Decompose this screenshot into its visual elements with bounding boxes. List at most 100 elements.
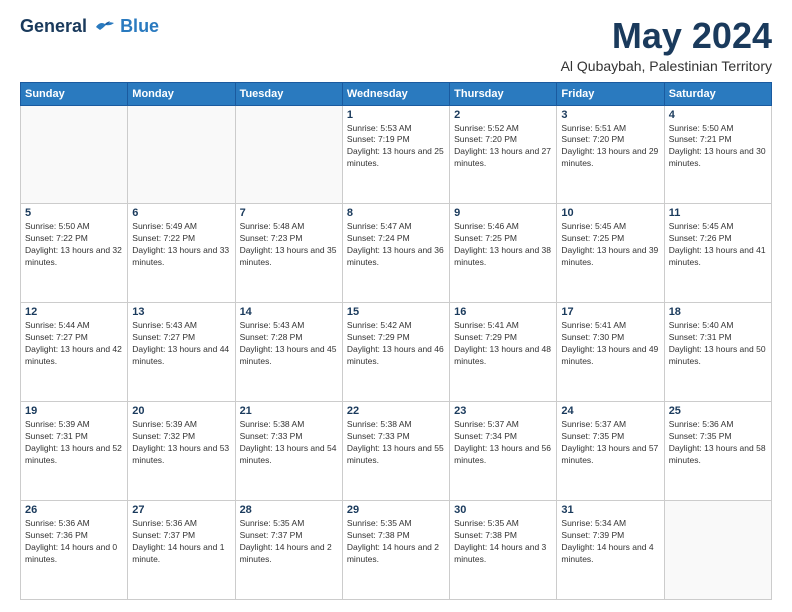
page: General Blue May 2024 Al Qubaybah, Pales… <box>0 0 792 612</box>
day-number: 25 <box>669 405 767 417</box>
day-info: Sunrise: 5:49 AMSunset: 7:22 PMDaylight:… <box>132 221 230 269</box>
month-title: May 2024 <box>561 16 772 56</box>
day-info: Sunrise: 5:53 AMSunset: 7:19 PMDaylight:… <box>347 123 445 171</box>
day-number: 31 <box>561 504 659 516</box>
day-info: Sunrise: 5:35 AMSunset: 7:38 PMDaylight:… <box>454 518 552 566</box>
day-number: 4 <box>669 109 767 121</box>
day-info: Sunrise: 5:37 AMSunset: 7:35 PMDaylight:… <box>561 419 659 467</box>
day-info: Sunrise: 5:41 AMSunset: 7:30 PMDaylight:… <box>561 320 659 368</box>
day-number: 13 <box>132 306 230 318</box>
weekday-header: Wednesday <box>342 82 449 105</box>
day-info: Sunrise: 5:43 AMSunset: 7:28 PMDaylight:… <box>240 320 338 368</box>
calendar-day-cell: 15Sunrise: 5:42 AMSunset: 7:29 PMDayligh… <box>342 303 449 402</box>
calendar-day-cell: 11 Sunrise: 5:45 AMSunset: 7:26 PMDayligh… <box>664 204 771 303</box>
day-number: 30 <box>454 504 552 516</box>
day-number: 3 <box>561 109 659 121</box>
logo-bird-icon <box>94 19 116 35</box>
day-info: Sunrise: 5:46 AMSunset: 7:25 PMDaylight:… <box>454 221 552 269</box>
day-info: Sunrise: 5:48 AMSunset: 7:23 PMDaylight:… <box>240 221 338 269</box>
day-number: 11 <box>669 207 767 219</box>
day-info: Sunrise: 5:36 AMSunset: 7:37 PMDaylight:… <box>132 518 230 566</box>
calendar-day-cell: 20Sunrise: 5:39 AMSunset: 7:32 PMDayligh… <box>128 402 235 501</box>
calendar-day-cell <box>664 501 771 600</box>
calendar-day-cell: 9 Sunrise: 5:46 AMSunset: 7:25 PMDaylight… <box>450 204 557 303</box>
calendar-day-cell: 23Sunrise: 5:37 AMSunset: 7:34 PMDayligh… <box>450 402 557 501</box>
day-info: Sunrise: 5:36 AMSunset: 7:35 PMDaylight:… <box>669 419 767 467</box>
day-number: 19 <box>25 405 123 417</box>
calendar-week-row: 5 Sunrise: 5:50 AMSunset: 7:22 PMDaylight… <box>21 204 772 303</box>
day-info: Sunrise: 5:39 AMSunset: 7:31 PMDaylight:… <box>25 419 123 467</box>
calendar-day-cell <box>21 105 128 204</box>
calendar-day-cell: 3 Sunrise: 5:51 AMSunset: 7:20 PMDaylight… <box>557 105 664 204</box>
day-number: 5 <box>25 207 123 219</box>
calendar-day-cell: 30 Sunrise: 5:35 AMSunset: 7:38 PMDayligh… <box>450 501 557 600</box>
calendar-week-row: 19 Sunrise: 5:39 AMSunset: 7:31 PMDayligh… <box>21 402 772 501</box>
day-info: Sunrise: 5:45 AMSunset: 7:26 PMDaylight:… <box>669 221 767 269</box>
calendar-day-cell: 14 Sunrise: 5:43 AMSunset: 7:28 PMDayligh… <box>235 303 342 402</box>
day-number: 21 <box>240 405 338 417</box>
calendar-day-cell: 21Sunrise: 5:38 AMSunset: 7:33 PMDayligh… <box>235 402 342 501</box>
day-info: Sunrise: 5:41 AMSunset: 7:29 PMDaylight:… <box>454 320 552 368</box>
day-number: 28 <box>240 504 338 516</box>
day-info: Sunrise: 5:51 AMSunset: 7:20 PMDaylight:… <box>561 123 659 171</box>
day-info: Sunrise: 5:50 AMSunset: 7:21 PMDaylight:… <box>669 123 767 171</box>
day-number: 17 <box>561 306 659 318</box>
weekday-header: Friday <box>557 82 664 105</box>
calendar-day-cell: 19 Sunrise: 5:39 AMSunset: 7:31 PMDayligh… <box>21 402 128 501</box>
header: General Blue May 2024 Al Qubaybah, Pales… <box>20 16 772 74</box>
day-info: Sunrise: 5:50 AMSunset: 7:22 PMDaylight:… <box>25 221 123 269</box>
calendar-day-cell: 12 Sunrise: 5:44 AMSunset: 7:27 PMDayligh… <box>21 303 128 402</box>
day-info: Sunrise: 5:34 AMSunset: 7:39 PMDaylight:… <box>561 518 659 566</box>
day-number: 14 <box>240 306 338 318</box>
calendar-day-cell: 6Sunrise: 5:49 AMSunset: 7:22 PMDaylight… <box>128 204 235 303</box>
day-number: 29 <box>347 504 445 516</box>
day-number: 2 <box>454 109 552 121</box>
calendar-day-cell: 13 Sunrise: 5:43 AMSunset: 7:27 PMDayligh… <box>128 303 235 402</box>
calendar-day-cell <box>128 105 235 204</box>
calendar-week-row: 12 Sunrise: 5:44 AMSunset: 7:27 PMDayligh… <box>21 303 772 402</box>
calendar-day-cell: 18Sunrise: 5:40 AMSunset: 7:31 PMDayligh… <box>664 303 771 402</box>
calendar-day-cell: 31 Sunrise: 5:34 AMSunset: 7:39 PMDayligh… <box>557 501 664 600</box>
day-number: 24 <box>561 405 659 417</box>
logo-blue: Blue <box>120 16 159 37</box>
day-info: Sunrise: 5:47 AMSunset: 7:24 PMDaylight:… <box>347 221 445 269</box>
day-number: 23 <box>454 405 552 417</box>
day-number: 12 <box>25 306 123 318</box>
day-number: 9 <box>454 207 552 219</box>
day-info: Sunrise: 5:36 AMSunset: 7:36 PMDaylight:… <box>25 518 123 566</box>
day-number: 16 <box>454 306 552 318</box>
day-info: Sunrise: 5:52 AMSunset: 7:20 PMDaylight:… <box>454 123 552 171</box>
calendar-day-cell: 1Sunrise: 5:53 AMSunset: 7:19 PMDaylight… <box>342 105 449 204</box>
day-number: 10 <box>561 207 659 219</box>
day-number: 27 <box>132 504 230 516</box>
calendar-day-cell: 24 Sunrise: 5:37 AMSunset: 7:35 PMDayligh… <box>557 402 664 501</box>
day-info: Sunrise: 5:38 AMSunset: 7:33 PMDaylight:… <box>347 419 445 467</box>
calendar-day-cell: 27 Sunrise: 5:36 AMSunset: 7:37 PMDayligh… <box>128 501 235 600</box>
logo: General Blue <box>20 16 159 37</box>
calendar-day-cell: 2 Sunrise: 5:52 AMSunset: 7:20 PMDaylight… <box>450 105 557 204</box>
day-info: Sunrise: 5:40 AMSunset: 7:31 PMDaylight:… <box>669 320 767 368</box>
day-info: Sunrise: 5:44 AMSunset: 7:27 PMDaylight:… <box>25 320 123 368</box>
weekday-header: Saturday <box>664 82 771 105</box>
logo-general: General <box>20 16 87 36</box>
calendar-day-cell: 26 Sunrise: 5:36 AMSunset: 7:36 PMDayligh… <box>21 501 128 600</box>
location-title: Al Qubaybah, Palestinian Territory <box>561 58 772 74</box>
calendar-day-cell: 16 Sunrise: 5:41 AMSunset: 7:29 PMDayligh… <box>450 303 557 402</box>
day-info: Sunrise: 5:45 AMSunset: 7:25 PMDaylight:… <box>561 221 659 269</box>
header-row: SundayMondayTuesdayWednesdayThursdayFrid… <box>21 82 772 105</box>
day-info: Sunrise: 5:42 AMSunset: 7:29 PMDaylight:… <box>347 320 445 368</box>
day-info: Sunrise: 5:43 AMSunset: 7:27 PMDaylight:… <box>132 320 230 368</box>
day-number: 26 <box>25 504 123 516</box>
day-info: Sunrise: 5:39 AMSunset: 7:32 PMDaylight:… <box>132 419 230 467</box>
calendar-day-cell: 7Sunrise: 5:48 AMSunset: 7:23 PMDaylight… <box>235 204 342 303</box>
calendar-day-cell: 10 Sunrise: 5:45 AMSunset: 7:25 PMDayligh… <box>557 204 664 303</box>
calendar-day-cell: 4 Sunrise: 5:50 AMSunset: 7:21 PMDaylight… <box>664 105 771 204</box>
day-number: 22 <box>347 405 445 417</box>
weekday-header: Sunday <box>21 82 128 105</box>
calendar-day-cell: 8 Sunrise: 5:47 AMSunset: 7:24 PMDaylight… <box>342 204 449 303</box>
calendar-day-cell: 17 Sunrise: 5:41 AMSunset: 7:30 PMDayligh… <box>557 303 664 402</box>
calendar-week-row: 26 Sunrise: 5:36 AMSunset: 7:36 PMDayligh… <box>21 501 772 600</box>
weekday-header: Thursday <box>450 82 557 105</box>
day-number: 8 <box>347 207 445 219</box>
calendar-week-row: 1Sunrise: 5:53 AMSunset: 7:19 PMDaylight… <box>21 105 772 204</box>
